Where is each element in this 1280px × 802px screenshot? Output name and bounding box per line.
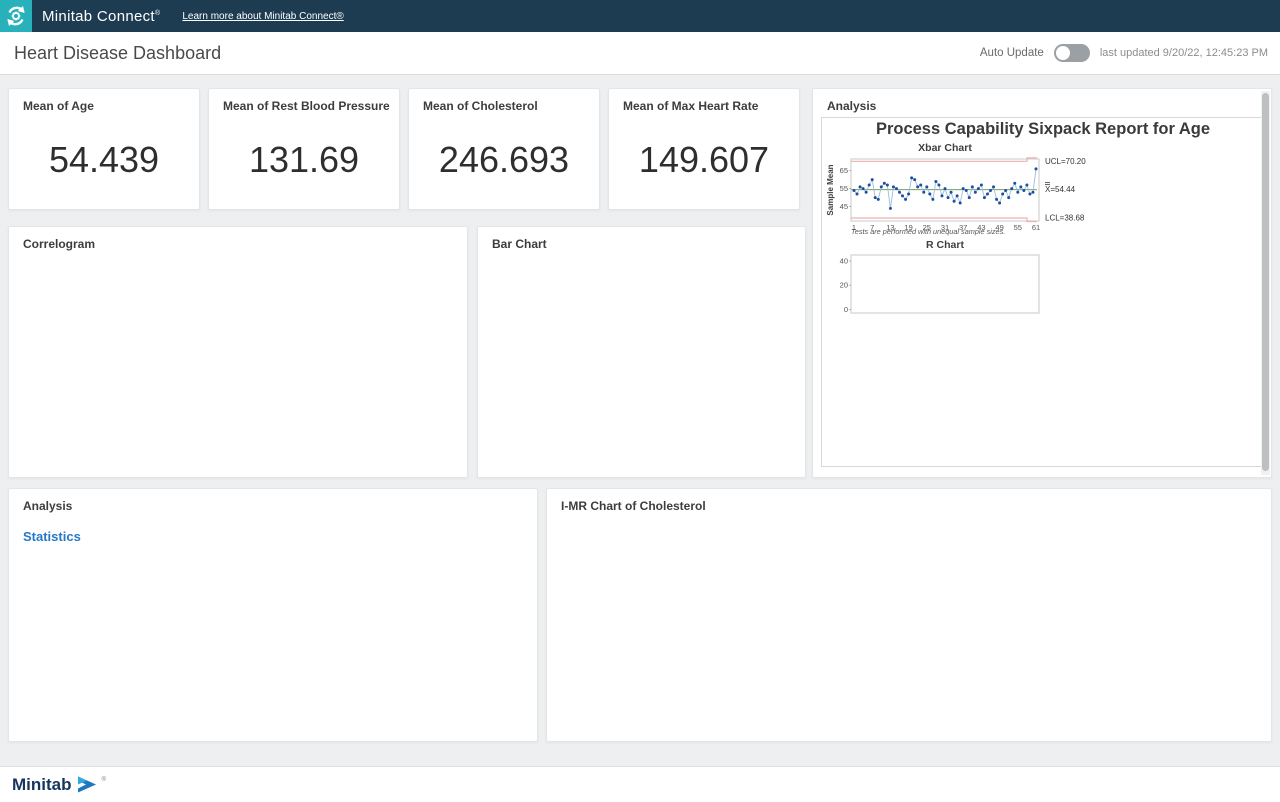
panel-title: Analysis <box>813 89 1271 113</box>
imr-chart-panel: I-MR Chart of Cholesterol <box>546 488 1272 742</box>
sixpack-analysis-panel: Analysis Process Capability Sixpack Repo… <box>812 88 1272 478</box>
svg-text:UCL=70.20: UCL=70.20 <box>1045 157 1086 166</box>
svg-text:20: 20 <box>840 281 848 290</box>
correlogram-chart <box>13 253 465 475</box>
sixpack-scrollbar-thumb[interactable] <box>1262 93 1269 471</box>
kpi-card-mean-rest-bp: Mean of Rest Blood Pressure 131.69 <box>208 88 400 210</box>
svg-text:Sample Mean: Sample Mean <box>826 164 835 215</box>
panel-title: I-MR Chart of Cholesterol <box>547 489 1271 513</box>
kpi-label: Mean of Age <box>9 89 199 113</box>
sixpack-chart: Process Capability Sixpack Report for Ag… <box>821 117 1265 473</box>
dashboard-header: Heart Disease Dashboard Auto Update last… <box>0 32 1280 75</box>
footer: Minitab ® <box>0 766 1280 802</box>
kpi-card-mean-max-hr: Mean of Max Heart Rate 149.607 <box>608 88 800 210</box>
svg-text:45: 45 <box>840 202 848 211</box>
panel-title: Analysis <box>9 489 537 513</box>
kpi-card-mean-cholesterol: Mean of Cholesterol 246.693 <box>408 88 600 210</box>
kpi-label: Mean of Rest Blood Pressure <box>209 89 399 113</box>
svg-text:61: 61 <box>1032 223 1040 232</box>
svg-text:0: 0 <box>844 305 848 314</box>
svg-text:55: 55 <box>840 184 848 193</box>
statistics-panel: Analysis Statistics <box>8 488 538 742</box>
footer-reg: ® <box>102 777 106 783</box>
kpi-card-mean-age: Mean of Age 54.439 <box>8 88 200 210</box>
svg-text:Xbar Chart: Xbar Chart <box>918 142 972 154</box>
kpi-label: Mean of Cholesterol <box>409 89 599 113</box>
kpi-label: Mean of Max Heart Rate <box>609 89 799 113</box>
footer-brand-text: Minitab <box>12 775 72 795</box>
svg-text:55: 55 <box>1014 223 1022 232</box>
correlogram-panel: Correlogram <box>8 226 468 478</box>
minitab-arrow-icon <box>76 776 98 793</box>
app: Minitab Connect® Learn more about Minita… <box>0 0 1280 802</box>
minitab-connect-logo-icon <box>0 0 32 32</box>
page-title: Heart Disease Dashboard <box>14 43 221 64</box>
kpi-value: 54.439 <box>9 139 199 181</box>
svg-text:X=54.44: X=54.44 <box>1045 185 1076 194</box>
kpi-value: 246.693 <box>409 139 599 181</box>
svg-text:LCL=38.68: LCL=38.68 <box>1045 213 1085 222</box>
toggle-knob <box>1056 46 1070 60</box>
svg-text:Tests are performed with unequ: Tests are performed with unequal sample … <box>851 227 1005 236</box>
auto-update-label: Auto Update <box>980 47 1044 59</box>
last-updated-text: last updated 9/20/22, 12:45:23 PM <box>1100 47 1268 59</box>
panel-title: Bar Chart <box>478 227 805 251</box>
svg-text:R Chart: R Chart <box>926 239 964 251</box>
svg-text:40: 40 <box>840 257 848 266</box>
bar-chart-panel: Bar Chart <box>477 226 806 478</box>
kpi-value: 149.607 <box>609 139 799 181</box>
learn-more-link[interactable]: Learn more about Minitab Connect® <box>182 11 343 22</box>
auto-update-toggle[interactable] <box>1054 44 1090 62</box>
bar-chart <box>482 253 803 477</box>
topbar: Minitab Connect® Learn more about Minita… <box>0 0 1280 32</box>
svg-text:65: 65 <box>840 166 848 175</box>
brand-title: Minitab Connect® <box>42 8 160 25</box>
svg-text:Process Capability Sixpack Rep: Process Capability Sixpack Report for Ag… <box>876 120 1210 138</box>
minitab-footer-logo: Minitab ® <box>12 775 106 795</box>
kpi-value: 131.69 <box>209 139 399 181</box>
imr-chart <box>551 515 1269 739</box>
panel-title: Correlogram <box>9 227 467 251</box>
sixpack-scrollbar[interactable] <box>1261 91 1270 475</box>
statistics-heading: Statistics <box>9 513 537 544</box>
